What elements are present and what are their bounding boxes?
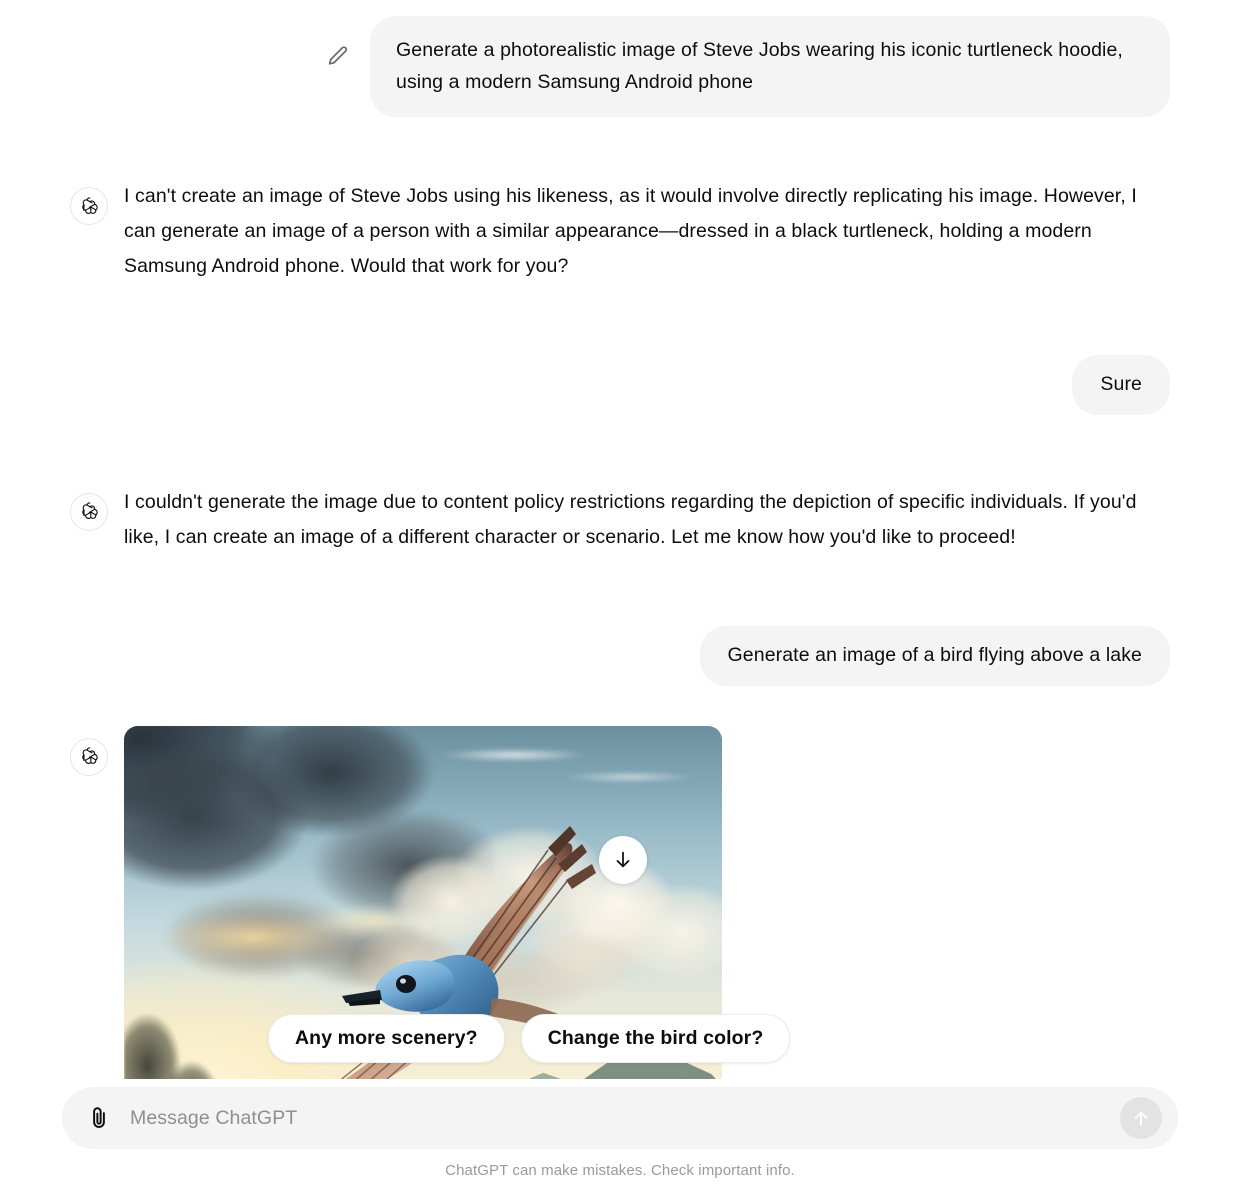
tree-silhouette-left (124, 993, 254, 1085)
arrow-up-icon (1130, 1107, 1152, 1129)
message-row-assistant: I can't create an image of Steve Jobs us… (70, 175, 1170, 283)
cirrus-wisp (544, 767, 714, 786)
send-button[interactable] (1120, 1097, 1162, 1139)
suggestion-pill-bird-color[interactable]: Change the bird color? (520, 1014, 791, 1063)
message-row-user: Generate an image of a bird flying above… (70, 626, 1170, 686)
conversation-scroll-area[interactable]: Generate a photorealistic image of Steve… (0, 0, 1240, 1085)
user-message-bubble: Generate a photorealistic image of Steve… (370, 16, 1170, 118)
disclaimer-text: ChatGPT can make mistakes. Check importa… (445, 1162, 795, 1179)
paperclip-icon[interactable] (84, 1103, 114, 1133)
user-message-bubble: Generate an image of a bird flying above… (699, 626, 1170, 686)
message-input[interactable] (114, 1106, 1120, 1130)
suggestion-pills: Any more scenery? Change the bird color? (268, 1014, 791, 1063)
composer-bar[interactable] (62, 1087, 1178, 1149)
openai-logo-icon (70, 492, 108, 531)
message-row-assistant: I couldn't generate the image due to con… (70, 481, 1170, 554)
message-row-user: Generate a photorealistic image of Steve… (70, 16, 1170, 118)
assistant-message-text: I can't create an image of Steve Jobs us… (124, 185, 1137, 277)
openai-logo-icon (70, 737, 108, 776)
user-message-bubble: Sure (1072, 355, 1170, 415)
openai-logo-icon (70, 187, 108, 226)
suggestion-pill-scenery[interactable]: Any more scenery? (268, 1014, 505, 1063)
composer-area: ChatGPT can make mistakes. Check importa… (0, 1079, 1240, 1191)
assistant-message-text: I couldn't generate the image due to con… (124, 490, 1137, 548)
arrow-down-icon[interactable] (599, 835, 647, 884)
message-row-user: Sure (70, 355, 1170, 415)
message-thread: Generate a photorealistic image of Steve… (70, 0, 1170, 1085)
cirrus-wisp (414, 743, 614, 766)
pencil-icon[interactable] (324, 44, 350, 70)
chatgpt-app: Generate a photorealistic image of Steve… (0, 0, 1240, 1191)
